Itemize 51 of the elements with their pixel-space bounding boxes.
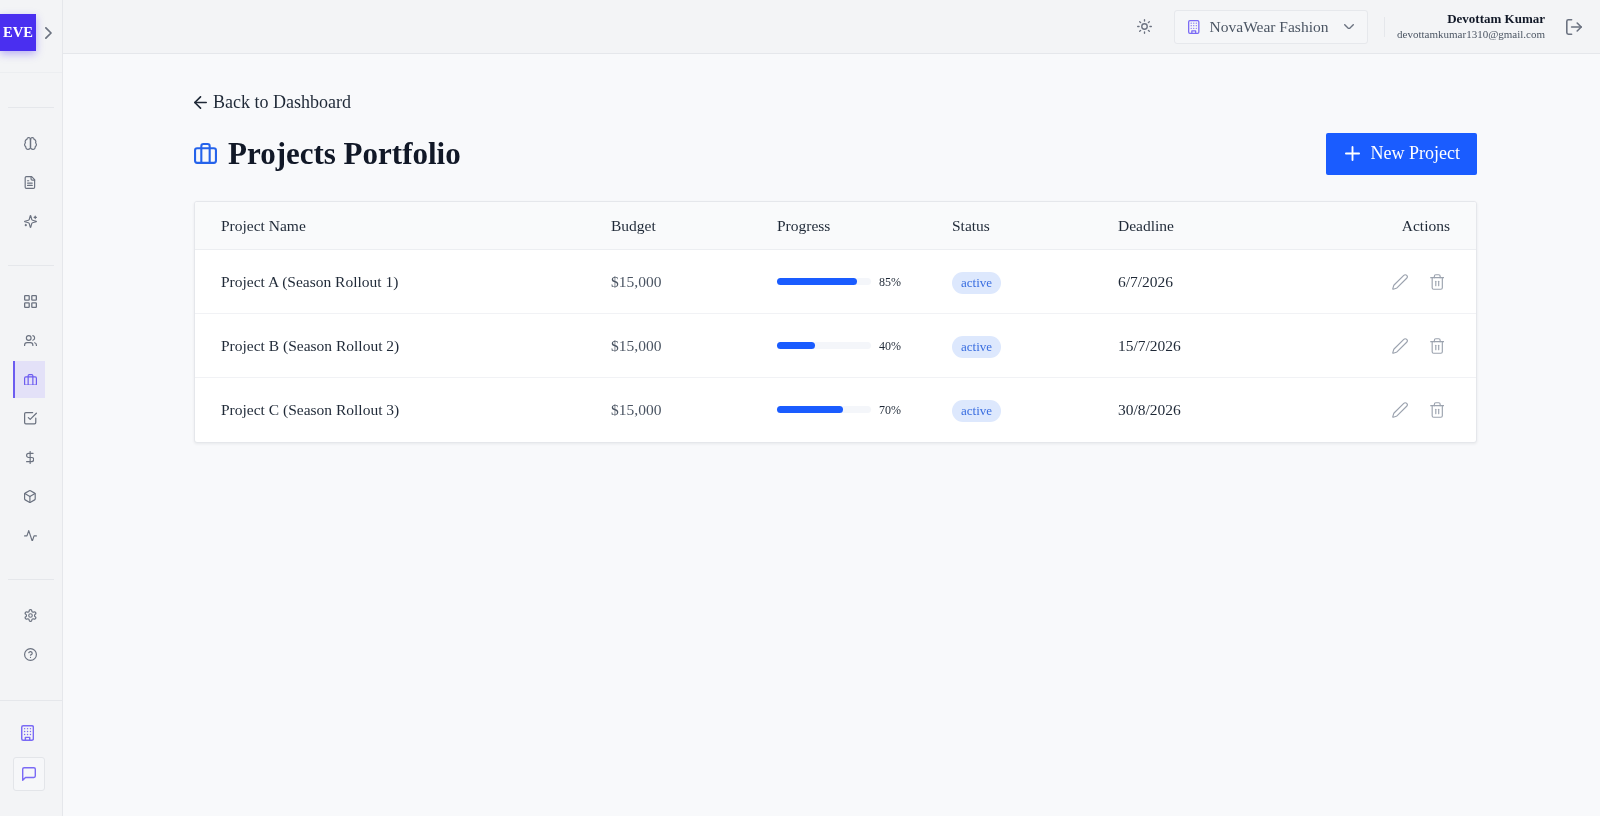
building-icon — [1188, 19, 1200, 34]
logout-icon[interactable] — [1566, 18, 1582, 35]
table-cell: $15,000 — [611, 377, 777, 442]
briefcase-icon — [194, 143, 217, 164]
page-title: Projects Portfolio — [228, 134, 461, 173]
new-project-button[interactable]: New Project — [1325, 132, 1477, 175]
building-icon[interactable] — [21, 725, 35, 741]
help-icon[interactable] — [23, 648, 37, 661]
progress-reading: 70% — [879, 401, 901, 419]
cube-icon[interactable] — [24, 490, 36, 503]
user-email: devottamkumar1310@gmail.com — [1397, 27, 1545, 42]
table-cell: Project A (Season Rollout 1) — [195, 249, 611, 314]
logo: EVE — [0, 14, 36, 51]
chat-icon[interactable] — [22, 767, 36, 781]
document-icon[interactable] — [24, 176, 36, 189]
column-header: Progress — [777, 201, 952, 250]
nav-button[interactable] — [13, 361, 45, 398]
column-header: Status — [952, 201, 1118, 250]
status-badge: active — [952, 335, 1002, 358]
column-header: Project Name — [195, 201, 611, 250]
back-link[interactable]: Back to Dashboard — [194, 90, 351, 114]
brain-icon[interactable] — [23, 137, 37, 150]
sun-icon[interactable] — [1137, 19, 1153, 34]
briefcase-icon[interactable] — [23, 373, 37, 386]
table-cell: 15/7/2026 — [1118, 313, 1328, 378]
grid-icon[interactable] — [23, 295, 37, 308]
chevron-right-icon[interactable] — [45, 27, 52, 39]
users-icon[interactable] — [23, 334, 37, 347]
table-cell: $15,000 — [611, 313, 777, 378]
column-header: Budget — [611, 201, 777, 250]
progress-reading: 85% — [879, 273, 901, 291]
table-cell: 30/8/2026 — [1118, 377, 1328, 442]
table-cell: Project C (Season Rollout 3) — [195, 377, 611, 442]
progress-reading: 40% — [879, 337, 901, 355]
pulse-icon[interactable] — [23, 529, 37, 542]
column-header: Actions — [1328, 201, 1476, 250]
column-header: Deadline — [1118, 201, 1328, 250]
table-cell: Project B (Season Rollout 2) — [195, 313, 611, 378]
plus-icon — [1344, 146, 1360, 161]
organization-dropdown[interactable]: NovaWear Fashion — [1174, 9, 1369, 44]
settings-icon[interactable] — [23, 609, 37, 622]
status-badge: active — [952, 399, 1002, 422]
sparkles-icon[interactable] — [23, 215, 37, 228]
dollar-icon[interactable] — [25, 451, 35, 464]
table-cell: 6/7/2026 — [1118, 249, 1328, 314]
status-badge: active — [952, 271, 1002, 294]
chevron-down-icon — [1344, 23, 1355, 30]
user-name: Devottam Kumar — [1447, 11, 1545, 27]
chat-button[interactable] — [13, 757, 45, 791]
table-cell: $15,000 — [611, 249, 777, 314]
checkbox-icon[interactable] — [23, 412, 37, 425]
